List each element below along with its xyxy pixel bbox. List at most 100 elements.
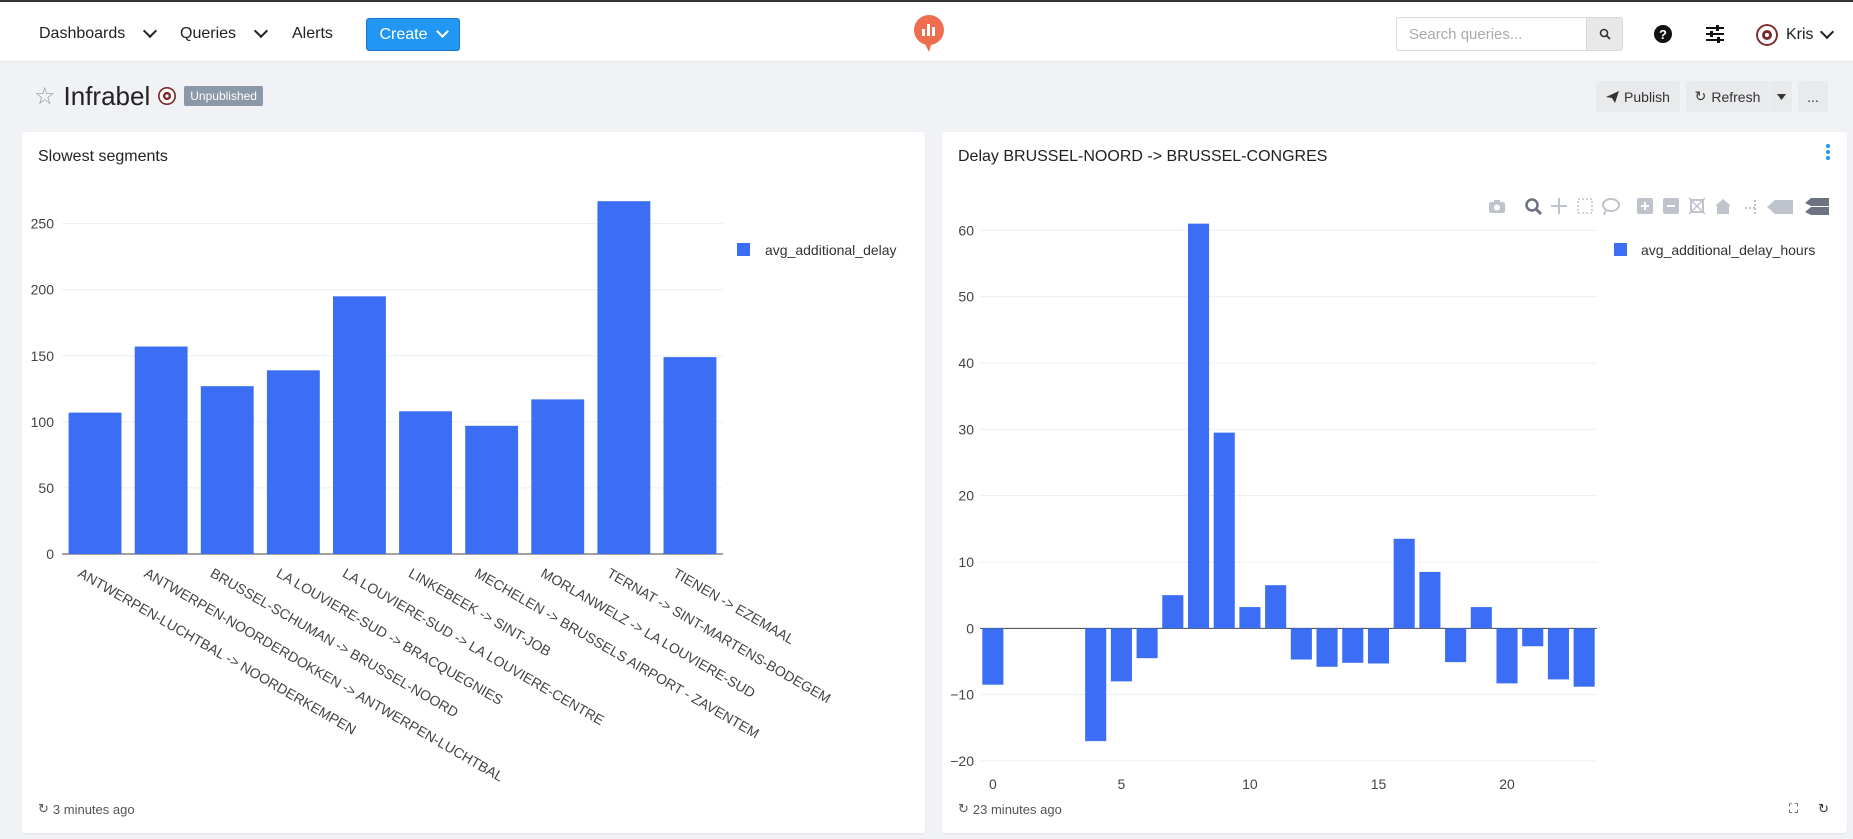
x-tick-label: 0 (989, 776, 997, 792)
bar (1316, 628, 1338, 667)
refresh-button[interactable]: ↻ Refresh (1686, 81, 1769, 112)
widget-slowest-segments: Slowest segments 0 50 100 150 200 250 ANTWERPE… (22, 132, 925, 833)
chevron-down-icon[interactable] (253, 23, 269, 39)
bar (1496, 628, 1518, 684)
bar (1110, 628, 1132, 682)
bar (1547, 628, 1569, 680)
bar (1342, 628, 1364, 663)
y-tick-label: 50 (958, 289, 974, 305)
search-button[interactable] (1586, 17, 1623, 51)
avatar (1756, 24, 1778, 46)
dashboard-header: ☆ Infrabel Unpublished (34, 80, 263, 112)
publish-button[interactable]: Publish (1596, 81, 1680, 112)
nav-queries[interactable]: Queries (180, 22, 269, 46)
search-icon (1599, 28, 1611, 40)
x-tick-label: 5 (1117, 776, 1125, 792)
nav-alerts-label: Alerts (292, 25, 333, 42)
bar (1470, 607, 1492, 629)
bar (531, 399, 585, 554)
y-tick-label: 30 (958, 421, 974, 437)
sliders-icon (1706, 25, 1724, 43)
x-tick-label: 15 (1371, 776, 1387, 792)
chevron-down-icon (1819, 24, 1834, 40)
nav-dashboards-label: Dashboards (39, 25, 126, 42)
bar (68, 412, 122, 554)
y-tick-label: −20 (950, 753, 974, 769)
bar (663, 357, 717, 554)
y-tick-label: 20 (958, 488, 974, 504)
bar (1213, 432, 1235, 629)
y-tick-label: 50 (38, 480, 54, 496)
more-options-button[interactable]: ... (1798, 81, 1828, 112)
bar (1522, 628, 1544, 647)
updated-timestamp: 3 minutes ago (52, 801, 135, 817)
x-tick-label: 20 (1499, 776, 1515, 792)
bar (1239, 607, 1261, 629)
bar (1419, 571, 1441, 629)
bar (1136, 628, 1158, 659)
y-tick-label: 10 (958, 554, 974, 570)
bar (266, 370, 320, 554)
legend-label: avg_additional_delay_hours (1641, 242, 1815, 258)
widget-footer: ↻ 3 minutes ago (38, 801, 135, 817)
bar (1162, 595, 1184, 629)
bar (597, 201, 651, 554)
bar (982, 628, 1004, 685)
widget-delay-brussel: Delay BRUSSEL-NOORD -> BRUSSEL-CONGRES −… (942, 132, 1847, 833)
status-badge: Unpublished (184, 86, 263, 106)
help-icon: ? (1654, 25, 1672, 43)
bar-chart-slowest-segments: 050100150200250ANTWERPEN-LUCHTBAL -> NOO… (31, 201, 897, 785)
search-input[interactable] (1396, 17, 1586, 51)
refresh-icon[interactable]: ↻ (38, 801, 49, 817)
user-menu[interactable]: Kris (1756, 22, 1834, 48)
widget-menu-icon[interactable] (1825, 142, 1831, 162)
x-tick-label: 10 (1242, 776, 1258, 792)
bar (1445, 628, 1467, 663)
user-name: Kris (1786, 26, 1814, 43)
bar (1367, 628, 1390, 664)
refresh-dropdown-button[interactable] (1770, 81, 1792, 112)
refresh-button-label: Refresh (1711, 88, 1761, 105)
y-tick-label: 150 (31, 348, 55, 364)
fullscreen-icon[interactable]: ⛶ (1789, 801, 1798, 817)
bar-chart-delay-hours: −20 −10 0 10 20 30 40 50 60 0 5 10 15 20 avg_additiona… (950, 222, 1815, 792)
bar (1187, 223, 1210, 629)
legend-label: avg_additional_delay (765, 242, 897, 258)
svg-text:?: ? (1659, 27, 1667, 42)
paper-plane-icon (1606, 90, 1620, 103)
refresh-icon[interactable]: ↻ (958, 801, 969, 817)
chevron-down-icon (435, 25, 449, 38)
bar (399, 411, 452, 554)
widget-title: Slowest segments (38, 148, 168, 165)
bar (134, 346, 188, 554)
y-tick-label: 200 (31, 282, 55, 298)
updated-timestamp: 23 minutes ago (972, 801, 1062, 817)
more-options-label: ... (1807, 88, 1819, 105)
redash-logo-icon[interactable] (912, 14, 946, 54)
publish-button-label: Publish (1624, 88, 1670, 105)
nav-dashboards[interactable]: Dashboards (39, 22, 158, 46)
help-button[interactable]: ? (1650, 21, 1676, 47)
settings-button[interactable] (1702, 21, 1728, 47)
widget-footer-actions: ⛶ ↻ (1789, 801, 1829, 817)
page-title: Infrabel (63, 80, 151, 111)
bar (1290, 628, 1312, 660)
bar (200, 386, 254, 554)
star-icon[interactable]: ☆ (34, 82, 56, 111)
y-tick-label: −10 (950, 687, 974, 703)
chevron-down-icon[interactable] (143, 23, 158, 39)
y-tick-label: 100 (31, 414, 55, 430)
bar (1573, 628, 1595, 687)
nav-alerts[interactable]: Alerts (292, 22, 333, 46)
legend-swatch (1614, 243, 1627, 256)
widget-footer: ↻ 23 minutes ago (958, 801, 1062, 817)
refresh-icon[interactable]: ↻ (1818, 801, 1829, 817)
refresh-icon: ↻ (1694, 88, 1707, 104)
create-button[interactable]: Create (366, 18, 460, 51)
y-tick-label: 40 (958, 355, 974, 371)
y-tick-label: 0 (46, 546, 54, 562)
create-button-label: Create (379, 25, 428, 43)
bar (333, 296, 386, 554)
legend-swatch (737, 243, 750, 256)
bar (1265, 585, 1287, 629)
